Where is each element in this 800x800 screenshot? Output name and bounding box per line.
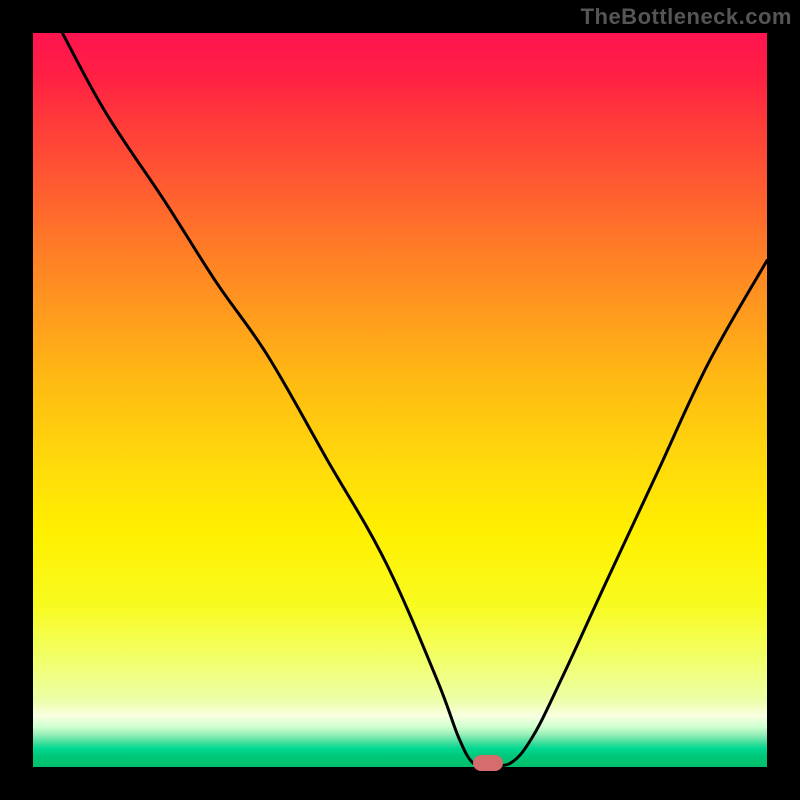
heatmap-background <box>33 33 767 767</box>
chart-container: TheBottleneck.com <box>0 0 800 800</box>
watermark-text: TheBottleneck.com <box>581 4 792 30</box>
optimal-point-marker <box>473 755 503 771</box>
plot-area <box>33 33 767 767</box>
plot-svg <box>33 33 767 767</box>
